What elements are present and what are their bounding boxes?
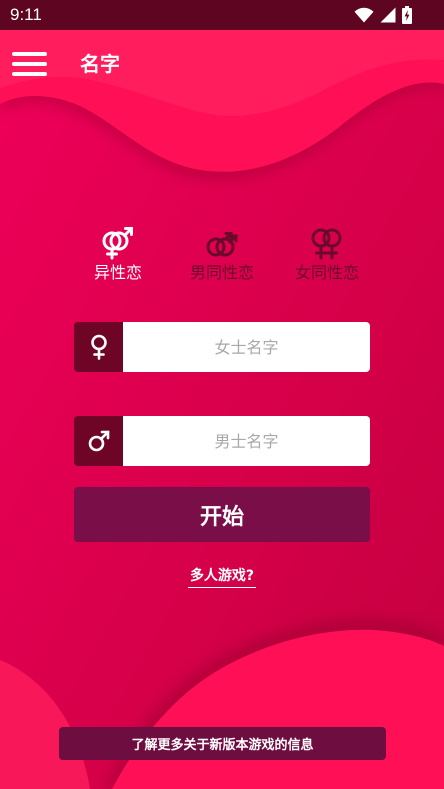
male-icon-box bbox=[74, 416, 123, 466]
page-title: 名字 bbox=[80, 52, 120, 76]
female-symbol-icon bbox=[90, 334, 107, 360]
mode-gay[interactable]: 男同性恋 bbox=[167, 226, 277, 290]
mode-hetero[interactable]: 异性恋 bbox=[63, 226, 173, 290]
app-screen: 9:11 名字 异性恋 男同性恋 女同性恋 女士名字 男士名字 开始 多人游戏?… bbox=[0, 0, 444, 789]
female-name-row bbox=[74, 322, 370, 372]
multiplayer-link[interactable]: 多人游戏? bbox=[0, 565, 444, 588]
mode-lesbian[interactable]: 女同性恋 bbox=[272, 226, 382, 290]
male-name-input[interactable] bbox=[123, 416, 370, 466]
male-name-row bbox=[74, 416, 370, 466]
battery-charging-icon bbox=[402, 6, 412, 24]
hamburger-menu-icon[interactable] bbox=[12, 50, 48, 78]
status-time: 9:11 bbox=[10, 5, 42, 24]
status-bar: 9:11 bbox=[0, 0, 444, 30]
status-icons bbox=[354, 5, 412, 25]
male-symbol-icon bbox=[88, 430, 109, 452]
mode-label-hetero: 异性恋 bbox=[93, 263, 142, 282]
lesbian-gender-icon bbox=[311, 228, 342, 260]
background-waves bbox=[0, 0, 444, 789]
mode-label-lesbian: 女同性恋 bbox=[294, 263, 359, 282]
signal-icon bbox=[380, 7, 396, 23]
hetero-gender-icon bbox=[102, 227, 133, 260]
female-name-input[interactable] bbox=[123, 322, 370, 372]
new-version-info-button[interactable]: 了解更多关于新版本游戏的信息 bbox=[59, 727, 386, 760]
gay-gender-icon bbox=[206, 232, 238, 257]
start-button[interactable]: 开始 bbox=[74, 487, 370, 542]
wifi-icon bbox=[354, 7, 374, 23]
multiplayer-link-label: 多人游戏? bbox=[187, 567, 257, 588]
female-icon-box bbox=[74, 322, 123, 372]
mode-label-gay: 男同性恋 bbox=[189, 263, 254, 282]
